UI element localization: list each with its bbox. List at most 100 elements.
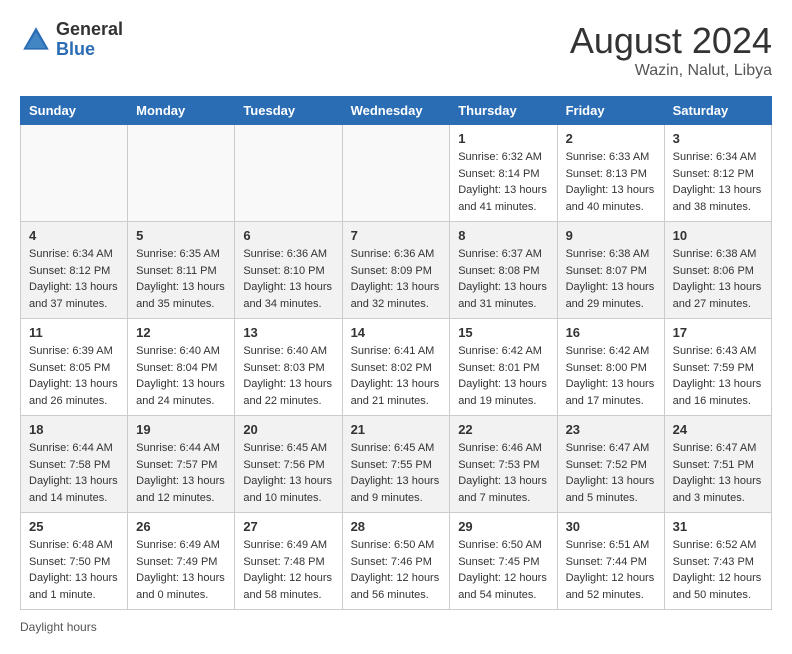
day-info: Sunrise: 6:49 AMSunset: 7:49 PMDaylight:…: [136, 537, 226, 603]
calendar-cell: 5 Sunrise: 6:35 AMSunset: 8:11 PMDaylight…: [128, 222, 235, 319]
day-info: Sunrise: 6:42 AMSunset: 8:00 PMDaylight:…: [566, 343, 656, 409]
day-info: Sunrise: 6:40 AMSunset: 8:04 PMDaylight:…: [136, 343, 226, 409]
day-info: Sunrise: 6:47 AMSunset: 7:51 PMDaylight:…: [673, 440, 763, 506]
calendar-cell: 9 Sunrise: 6:38 AMSunset: 8:07 PMDaylight…: [557, 222, 664, 319]
day-number: 14: [351, 325, 442, 340]
calendar-cell: 19 Sunrise: 6:44 AMSunset: 7:57 PMDayligh…: [128, 416, 235, 513]
day-number: 19: [136, 422, 226, 437]
day-info: Sunrise: 6:41 AMSunset: 8:02 PMDaylight:…: [351, 343, 442, 409]
calendar-cell: 13 Sunrise: 6:40 AMSunset: 8:03 PMDayligh…: [235, 319, 342, 416]
day-number: 23: [566, 422, 656, 437]
calendar-cell: 12 Sunrise: 6:40 AMSunset: 8:04 PMDayligh…: [128, 319, 235, 416]
calendar-cell: 3 Sunrise: 6:34 AMSunset: 8:12 PMDaylight…: [664, 125, 771, 222]
calendar-cell: 4Sunrise: 6:34 AMSunset: 8:12 PMDaylight…: [21, 222, 128, 319]
day-info: Sunrise: 6:48 AMSunset: 7:50 PMDaylight:…: [29, 537, 119, 603]
day-number: 20: [243, 422, 333, 437]
col-header-saturday: Saturday: [664, 97, 771, 125]
col-header-tuesday: Tuesday: [235, 97, 342, 125]
day-info: Sunrise: 6:44 AMSunset: 7:58 PMDaylight:…: [29, 440, 119, 506]
day-info: Sunrise: 6:38 AMSunset: 8:06 PMDaylight:…: [673, 246, 763, 312]
calendar-cell: [342, 125, 450, 222]
day-info: Sunrise: 6:49 AMSunset: 7:48 PMDaylight:…: [243, 537, 333, 603]
day-number: 5: [136, 228, 226, 243]
day-info: Sunrise: 6:45 AMSunset: 7:56 PMDaylight:…: [243, 440, 333, 506]
calendar-cell: [21, 125, 128, 222]
calendar-cell: 10 Sunrise: 6:38 AMSunset: 8:06 PMDayligh…: [664, 222, 771, 319]
day-info: Sunrise: 6:37 AMSunset: 8:08 PMDaylight:…: [458, 246, 548, 312]
calendar-header-row: SundayMondayTuesdayWednesdayThursdayFrid…: [21, 97, 772, 125]
day-info: Sunrise: 6:46 AMSunset: 7:53 PMDaylight:…: [458, 440, 548, 506]
day-number: 2: [566, 131, 656, 146]
day-number: 15: [458, 325, 548, 340]
day-number: 10: [673, 228, 763, 243]
calendar-cell: 7Sunrise: 6:36 AMSunset: 8:09 PMDaylight…: [342, 222, 450, 319]
day-number: 21: [351, 422, 442, 437]
calendar-cell: 17 Sunrise: 6:43 AMSunset: 7:59 PMDayligh…: [664, 319, 771, 416]
col-header-thursday: Thursday: [450, 97, 557, 125]
col-header-wednesday: Wednesday: [342, 97, 450, 125]
day-number: 13: [243, 325, 333, 340]
day-number: 17: [673, 325, 763, 340]
calendar-cell: 20 Sunrise: 6:45 AMSunset: 7:56 PMDayligh…: [235, 416, 342, 513]
day-info: Sunrise: 6:34 AMSunset: 8:12 PMDaylight:…: [29, 246, 119, 312]
calendar-cell: 30Sunrise: 6:51 AMSunset: 7:44 PMDayligh…: [557, 513, 664, 610]
day-info: Sunrise: 6:34 AMSunset: 8:12 PMDaylight:…: [673, 149, 763, 215]
calendar-cell: 15 Sunrise: 6:42 AMSunset: 8:01 PMDayligh…: [450, 319, 557, 416]
day-number: 29: [458, 519, 548, 534]
logo-text: General Blue: [56, 20, 123, 60]
calendar-cell: 22 Sunrise: 6:46 AMSunset: 7:53 PMDayligh…: [450, 416, 557, 513]
day-number: 6: [243, 228, 333, 243]
title-block: August 2024 Wazin, Nalut, Libya: [570, 20, 772, 80]
day-info: Sunrise: 6:35 AMSunset: 8:11 PMDaylight:…: [136, 246, 226, 312]
day-info: Sunrise: 6:40 AMSunset: 8:03 PMDaylight:…: [243, 343, 333, 409]
day-number: 22: [458, 422, 548, 437]
calendar-week-row: 1Sunrise: 6:32 AMSunset: 8:14 PMDaylight…: [21, 125, 772, 222]
logo-blue: Blue: [56, 40, 123, 60]
calendar-cell: 21 Sunrise: 6:45 AMSunset: 7:55 PMDayligh…: [342, 416, 450, 513]
day-info: Sunrise: 6:52 AMSunset: 7:43 PMDaylight:…: [673, 537, 763, 603]
day-info: Sunrise: 6:45 AMSunset: 7:55 PMDaylight:…: [351, 440, 442, 506]
day-number: 12: [136, 325, 226, 340]
location: Wazin, Nalut, Libya: [570, 62, 772, 80]
calendar-cell: 23 Sunrise: 6:47 AMSunset: 7:52 PMDayligh…: [557, 416, 664, 513]
day-info: Sunrise: 6:38 AMSunset: 8:07 PMDaylight:…: [566, 246, 656, 312]
calendar-cell: 31 Sunrise: 6:52 AMSunset: 7:43 PMDayligh…: [664, 513, 771, 610]
calendar-cell: 25 Sunrise: 6:48 AMSunset: 7:50 PMDayligh…: [21, 513, 128, 610]
day-info: Sunrise: 6:47 AMSunset: 7:52 PMDaylight:…: [566, 440, 656, 506]
daylight-label: Daylight hours: [20, 620, 97, 634]
calendar-cell: 27Sunrise: 6:49 AMSunset: 7:48 PMDayligh…: [235, 513, 342, 610]
day-number: 3: [673, 131, 763, 146]
day-info: Sunrise: 6:36 AMSunset: 8:10 PMDaylight:…: [243, 246, 333, 312]
calendar-week-row: 11 Sunrise: 6:39 AMSunset: 8:05 PMDayligh…: [21, 319, 772, 416]
col-header-monday: Monday: [128, 97, 235, 125]
day-info: Sunrise: 6:50 AMSunset: 7:45 PMDaylight:…: [458, 537, 548, 603]
calendar-cell: 28Sunrise: 6:50 AMSunset: 7:46 PMDayligh…: [342, 513, 450, 610]
day-info: Sunrise: 6:44 AMSunset: 7:57 PMDaylight:…: [136, 440, 226, 506]
day-number: 31: [673, 519, 763, 534]
calendar-cell: 18 Sunrise: 6:44 AMSunset: 7:58 PMDayligh…: [21, 416, 128, 513]
calendar-cell: 6 Sunrise: 6:36 AMSunset: 8:10 PMDaylight…: [235, 222, 342, 319]
calendar-cell: [235, 125, 342, 222]
day-info: Sunrise: 6:36 AMSunset: 8:09 PMDaylight:…: [351, 246, 442, 312]
calendar-cell: 11 Sunrise: 6:39 AMSunset: 8:05 PMDayligh…: [21, 319, 128, 416]
calendar-cell: 16Sunrise: 6:42 AMSunset: 8:00 PMDayligh…: [557, 319, 664, 416]
calendar-week-row: 25 Sunrise: 6:48 AMSunset: 7:50 PMDayligh…: [21, 513, 772, 610]
calendar-cell: 14 Sunrise: 6:41 AMSunset: 8:02 PMDayligh…: [342, 319, 450, 416]
day-info: Sunrise: 6:43 AMSunset: 7:59 PMDaylight:…: [673, 343, 763, 409]
day-info: Sunrise: 6:39 AMSunset: 8:05 PMDaylight:…: [29, 343, 119, 409]
day-number: 25: [29, 519, 119, 534]
calendar-cell: 1Sunrise: 6:32 AMSunset: 8:14 PMDaylight…: [450, 125, 557, 222]
day-number: 9: [566, 228, 656, 243]
day-number: 11: [29, 325, 119, 340]
day-number: 18: [29, 422, 119, 437]
day-info: Sunrise: 6:51 AMSunset: 7:44 PMDaylight:…: [566, 537, 656, 603]
page-header: General Blue August 2024 Wazin, Nalut, L…: [20, 20, 772, 80]
footer-note: Daylight hours: [20, 620, 772, 634]
day-info: Sunrise: 6:33 AMSunset: 8:13 PMDaylight:…: [566, 149, 656, 215]
calendar-week-row: 4Sunrise: 6:34 AMSunset: 8:12 PMDaylight…: [21, 222, 772, 319]
calendar-cell: [128, 125, 235, 222]
day-info: Sunrise: 6:50 AMSunset: 7:46 PMDaylight:…: [351, 537, 442, 603]
day-info: Sunrise: 6:42 AMSunset: 8:01 PMDaylight:…: [458, 343, 548, 409]
day-number: 24: [673, 422, 763, 437]
day-number: 1: [458, 131, 548, 146]
